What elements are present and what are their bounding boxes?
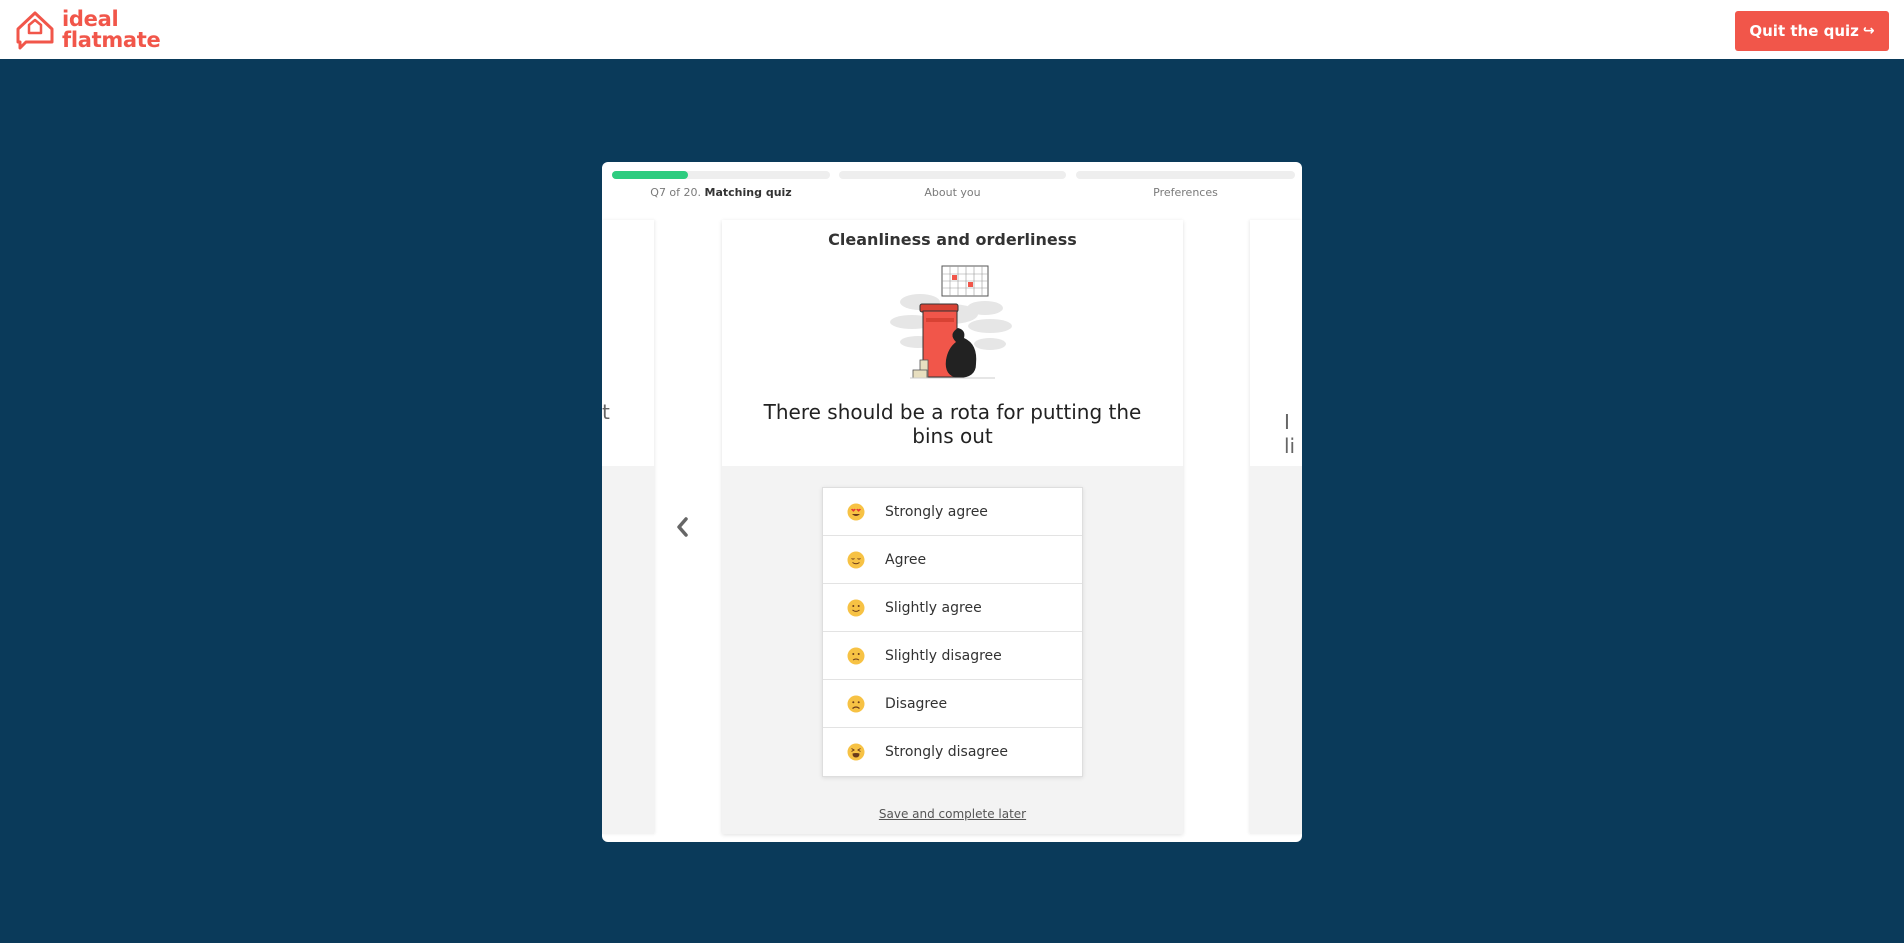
progress-label-about-you: About you <box>924 186 981 199</box>
quiz-progress: Q7 of 20. Matching quiz About you Prefer… <box>612 171 1295 201</box>
question-category: Cleanliness and orderliness <box>828 230 1077 249</box>
question-counter: Q7 of 20. <box>650 186 702 199</box>
option-strongly-disagree[interactable]: Strongly disagree <box>823 728 1082 776</box>
option-disagree[interactable]: Disagree <box>823 680 1082 728</box>
slight-smile-emoji-icon <box>847 599 865 616</box>
next-question-text: I li <box>1284 410 1296 458</box>
progress-label-matching-quiz: Q7 of 20. Matching quiz <box>612 186 830 199</box>
option-label: Disagree <box>885 695 948 712</box>
heart-eyes-emoji-icon <box>847 503 865 520</box>
quit-quiz-button[interactable]: Quit the quiz ↪ <box>1735 11 1889 51</box>
relieved-emoji-icon <box>847 551 865 568</box>
top-bar: ideal flatmate Quit the quiz ↪ <box>0 0 1904 59</box>
previous-question-text: t <box>602 400 610 424</box>
logo-line-1: ideal <box>62 7 119 31</box>
answer-options: Strongly agree Agree Slightly agree Slig… <box>822 487 1083 777</box>
option-slightly-disagree[interactable]: Slightly disagree <box>823 632 1082 680</box>
logo-wordmark: ideal flatmate <box>62 7 161 52</box>
option-label: Slightly agree <box>885 599 982 616</box>
tired-emoji-icon <box>847 743 865 761</box>
sign-out-icon: ↪ <box>1862 23 1875 39</box>
section-name: Matching quiz <box>704 186 792 199</box>
progress-segment-matching-quiz <box>612 171 830 179</box>
option-strongly-agree[interactable]: Strongly agree <box>823 488 1082 536</box>
option-label: Strongly disagree <box>885 744 1008 760</box>
question-card-header: Cleanliness and orderliness There should… <box>722 220 1183 466</box>
option-agree[interactable]: Agree <box>823 536 1082 584</box>
house-chat-icon <box>16 11 54 50</box>
option-slightly-agree[interactable]: Slightly agree <box>823 584 1082 632</box>
save-and-complete-later-link[interactable]: Save and complete later <box>722 807 1183 821</box>
quit-quiz-label: Quit the quiz <box>1749 22 1859 40</box>
previous-question-card: t <box>602 220 654 834</box>
progress-segment-about-you <box>839 171 1066 179</box>
question-card: Cleanliness and orderliness There should… <box>722 220 1183 834</box>
progress-segment-preferences <box>1076 171 1295 179</box>
question-text: There should be a rota for putting the b… <box>763 400 1142 448</box>
frown-emoji-icon <box>847 695 865 712</box>
previous-question-button[interactable] <box>670 512 694 542</box>
logo-line-2: flatmate <box>62 28 161 52</box>
option-label: Strongly agree <box>885 503 988 520</box>
option-label: Slightly disagree <box>885 647 1002 664</box>
bins-rota-illustration <box>890 265 1012 379</box>
chevron-left-icon <box>677 517 688 537</box>
ideal-flatmate-logo[interactable]: ideal flatmate <box>14 7 161 52</box>
next-question-card: I li <box>1250 220 1302 834</box>
progress-fill <box>612 171 689 179</box>
quiz-panel: Q7 of 20. Matching quiz About you Prefer… <box>602 162 1302 842</box>
progress-label-preferences: Preferences <box>1153 186 1218 199</box>
slight-frown-emoji-icon <box>847 647 865 664</box>
option-label: Agree <box>885 551 927 568</box>
